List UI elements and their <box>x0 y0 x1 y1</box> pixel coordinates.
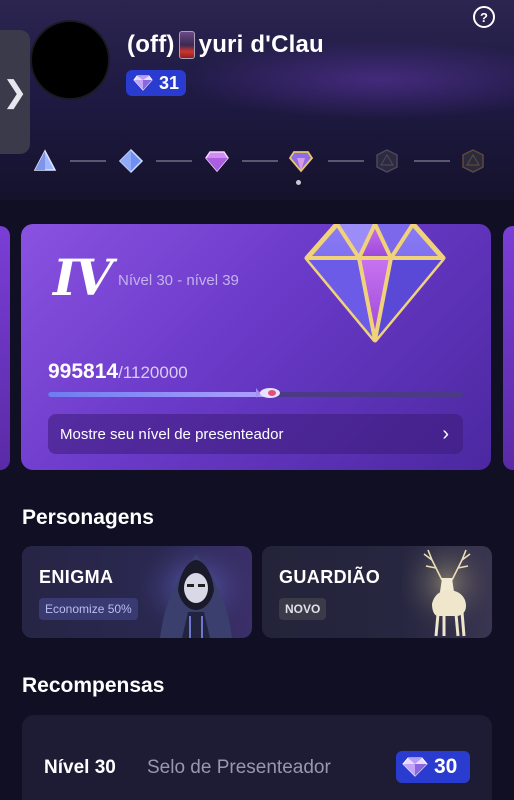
chevron-right-icon: › <box>442 422 449 445</box>
level-track <box>30 146 490 186</box>
rewards-section-title: Recompensas <box>22 674 165 697</box>
diamond-icon <box>133 75 153 91</box>
discount-badge: Economize 50% <box>39 598 138 620</box>
chevron-right-icon: ❯ <box>2 75 28 109</box>
character-card-guardian[interactable]: GUARDIÃO NOVO <box>262 546 492 638</box>
badge-icon <box>178 31 195 59</box>
progress-fill <box>48 392 270 397</box>
character-name: ENIGMA <box>39 567 114 587</box>
reward-level: Nível 30 <box>44 757 116 778</box>
track-connector <box>70 160 106 162</box>
avatar[interactable] <box>30 20 110 100</box>
new-badge: NOVO <box>279 598 327 620</box>
reward-row[interactable]: Nível 30 Selo de Presenteador 30 <box>22 715 492 800</box>
reward-value: 30 <box>434 755 458 778</box>
show-gifter-level-button[interactable]: Mostre seu nível de presenteador › <box>48 414 463 454</box>
gem-count-badge: 31 <box>126 70 186 96</box>
track-connector <box>328 160 364 162</box>
track-connector <box>156 160 192 162</box>
character-name: GUARDIÃO <box>279 567 381 587</box>
track-connector <box>242 160 278 162</box>
level-4-gem-icon[interactable] <box>288 148 314 174</box>
level-5-gem-icon-locked[interactable] <box>374 148 400 174</box>
diamond-icon <box>402 757 428 777</box>
level-2-gem-icon[interactable] <box>118 148 144 174</box>
character-card-enigma[interactable]: ENIGMA Economize 50% <box>22 546 252 638</box>
level-roman-numeral: IV <box>53 248 113 307</box>
level-1-gem-icon[interactable] <box>32 148 58 174</box>
deer-image <box>402 546 492 638</box>
show-gifter-level-label: Mostre seu nível de presenteador <box>60 425 284 443</box>
gem-count: 31 <box>159 72 180 93</box>
username-prefix: (off) <box>127 31 175 58</box>
current-level-indicator <box>296 180 301 185</box>
diamond-icon <box>304 224 446 343</box>
progress-current: 995814 <box>48 360 119 383</box>
hooded-figure-image <box>140 546 252 638</box>
level-range: Nível 30 - nível 39 <box>118 272 239 289</box>
previous-level-card-peek[interactable] <box>0 226 10 470</box>
username-text: yuri d'Clau <box>198 31 324 58</box>
level-card: IV Nível 30 - nível 39 995814/1120000 Mo… <box>21 224 491 470</box>
username: (off) yuri d'Clau <box>127 28 324 62</box>
progress-max: /1120000 <box>118 363 188 382</box>
track-connector <box>414 160 450 162</box>
reward-name: Selo de Presenteador <box>147 757 331 778</box>
reward-gem-badge: 30 <box>396 751 470 783</box>
side-panel-tab[interactable]: ❯ <box>0 30 30 154</box>
question-circle-icon[interactable]: ? <box>473 6 495 28</box>
level-6-gem-icon-locked[interactable] <box>460 148 486 174</box>
next-level-card-peek[interactable] <box>503 226 514 470</box>
progress-value: 995814/1120000 <box>48 360 188 384</box>
characters-section-title: Personagens <box>22 506 154 529</box>
rocket-icon <box>256 388 281 398</box>
level-3-gem-icon[interactable] <box>204 148 230 174</box>
